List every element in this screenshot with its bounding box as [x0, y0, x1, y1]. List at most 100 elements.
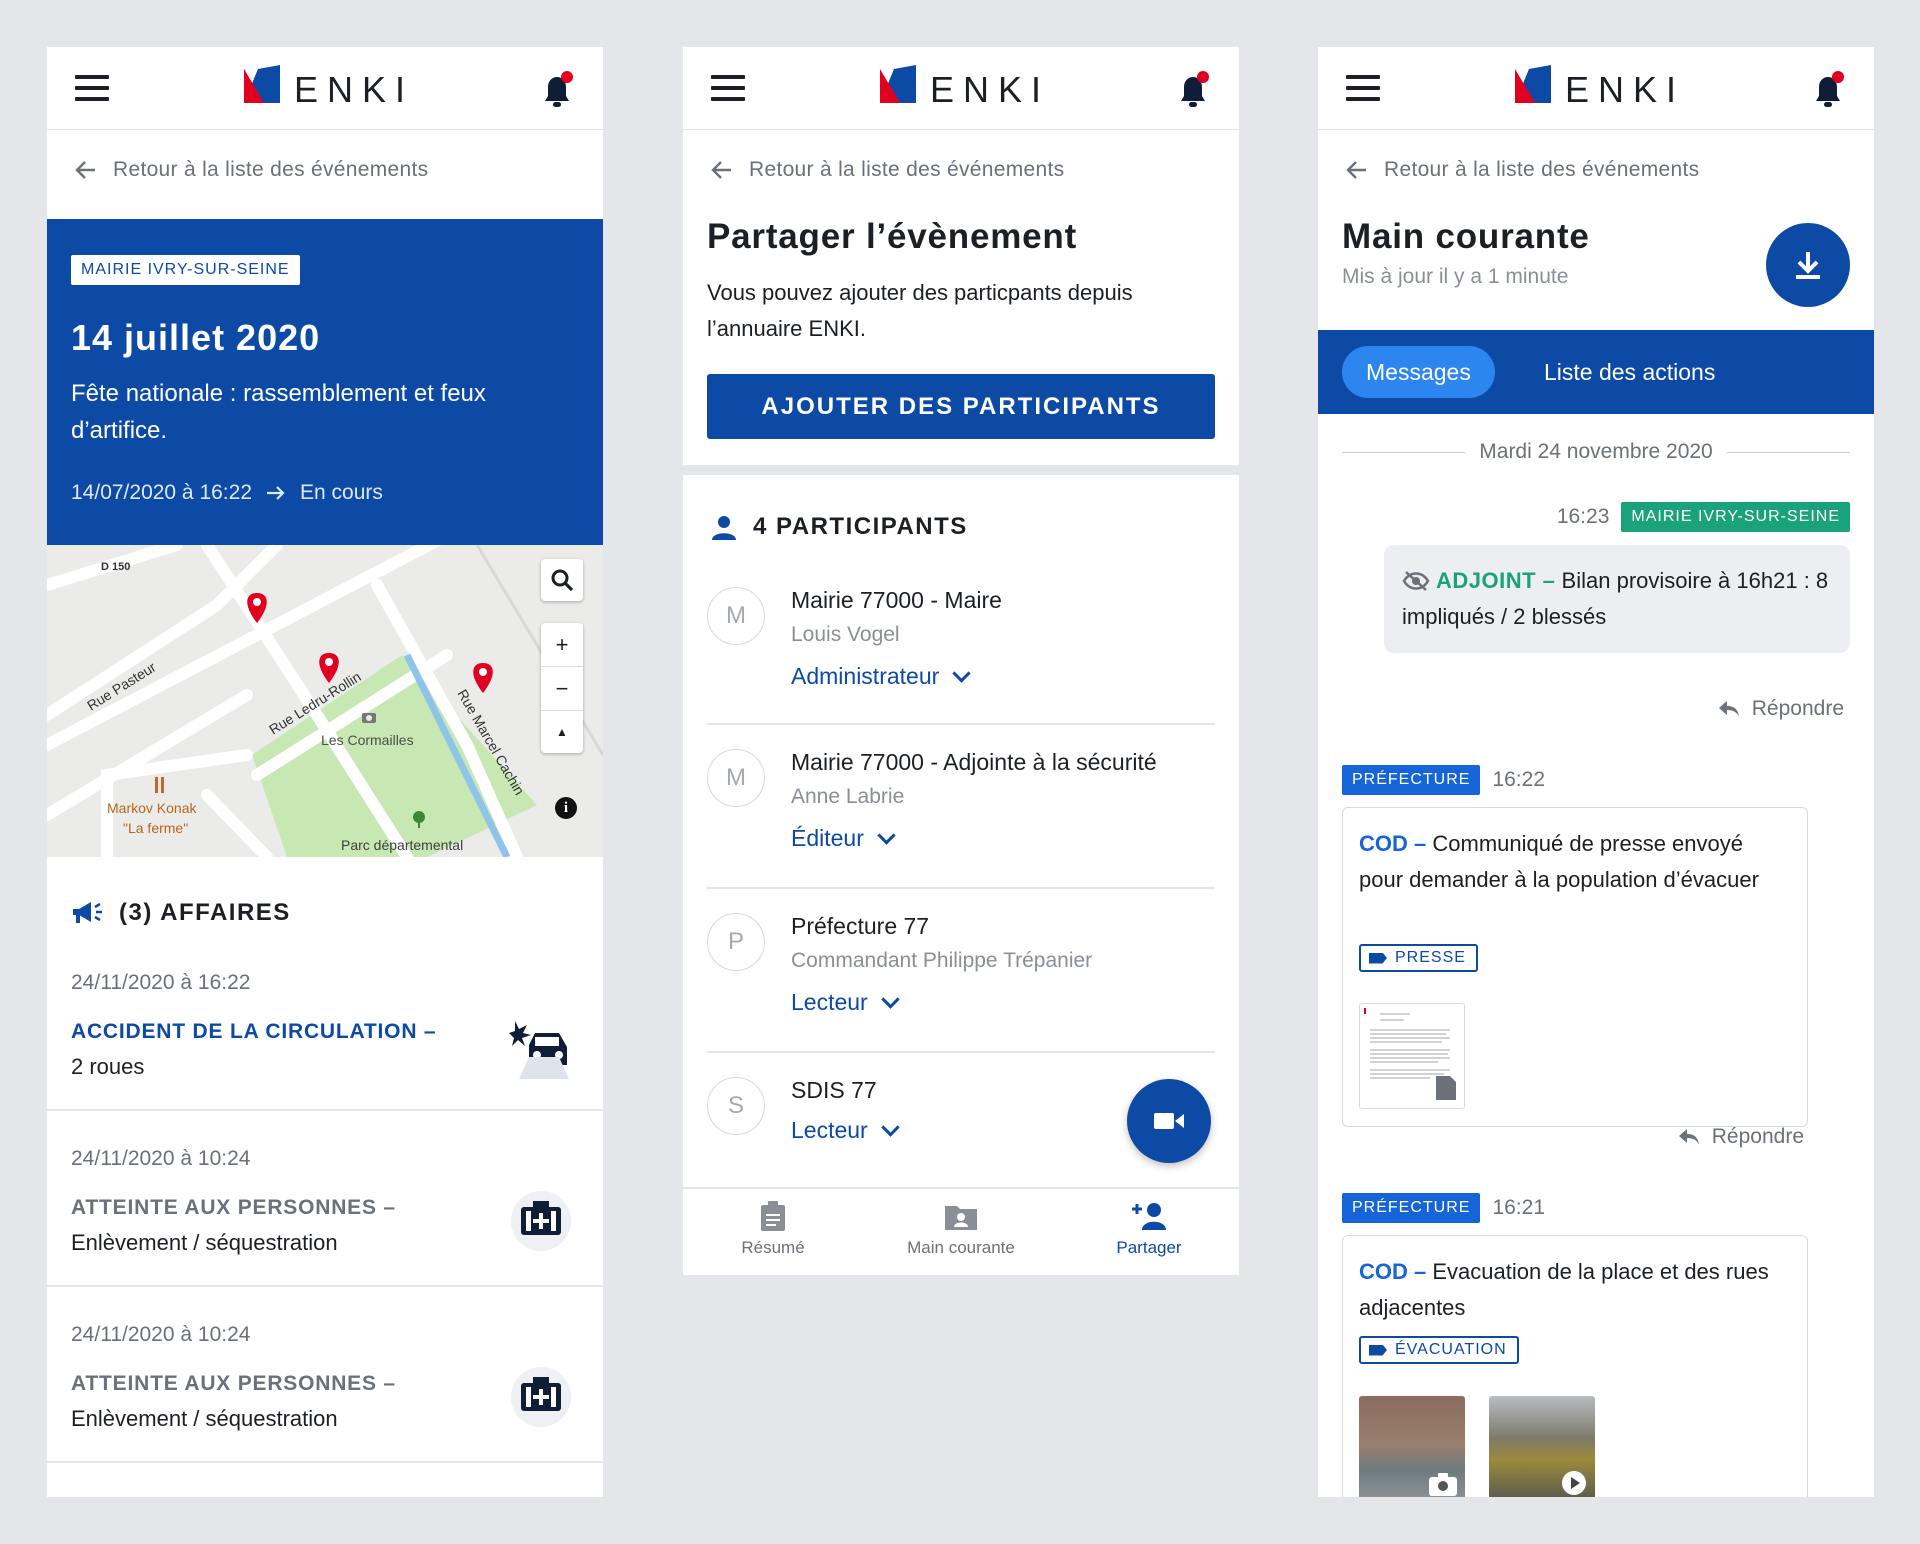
play-icon: [1562, 1471, 1586, 1495]
tab-partager[interactable]: Partager: [1059, 1189, 1239, 1275]
reply-icon: [1718, 701, 1739, 717]
document-thumbnail[interactable]: [1359, 1003, 1465, 1109]
role-dropdown[interactable]: Administrateur: [791, 663, 971, 690]
reply-icon: [1678, 1129, 1699, 1145]
map-place-label: Markov Konak: [107, 800, 197, 816]
person-icon: [712, 516, 736, 540]
first-aid-icon: [511, 1191, 571, 1251]
notification-bell-icon[interactable]: [1175, 71, 1211, 116]
affaire-item[interactable]: 24/11/2020 à 10:24 ATTEINTE AUX PERSONNE…: [47, 1285, 603, 1463]
message-card: COD – Communiqué de presse envoyé pour d…: [1342, 807, 1808, 1127]
notification-bell-icon[interactable]: [1810, 71, 1846, 116]
app-header: ENKI: [1318, 47, 1874, 130]
affaire-subtitle: 2 roues: [71, 1054, 145, 1079]
participant-row: M Mairie 77000 - Adjointe à la sécurité …: [707, 725, 1215, 889]
search-icon: [551, 569, 574, 592]
tab-resume[interactable]: Résumé: [683, 1189, 863, 1275]
chevron-down-icon: [881, 990, 900, 1009]
bottom-nav: Résumé Main courante Partager: [683, 1187, 1239, 1275]
menu-icon[interactable]: [1346, 75, 1380, 101]
date-separator: Mardi 24 novembre 2020: [1342, 440, 1851, 464]
video-camera-icon: [1154, 1113, 1184, 1129]
affaire-subtitle: Enlèvement / séquestration: [71, 1230, 338, 1255]
document-preview: [1364, 1008, 1456, 1100]
arrow-right-icon: [267, 486, 285, 500]
main-courante-title: Main courante: [1342, 217, 1590, 256]
main-courante-tabs: Messages Liste des actions: [1318, 330, 1874, 414]
participant-name: SDIS 77: [791, 1077, 877, 1103]
tab-messages[interactable]: Messages: [1342, 346, 1495, 398]
compass-icon[interactable]: ▲: [541, 711, 583, 754]
message-bubble: ADJOINT – Bilan provisoire à 16h21 : 8 i…: [1384, 545, 1850, 653]
avatar: M: [707, 749, 765, 807]
message-author: ADJOINT –: [1436, 568, 1556, 593]
zoom-in-icon[interactable]: +: [541, 623, 583, 667]
affaire-category: ATTEINTE AUX PERSONNES –: [71, 1196, 396, 1219]
chevron-down-icon: [952, 664, 971, 683]
add-participants-label: AJOUTER DES PARTICIPANTS: [761, 392, 1161, 420]
logo-text: ENKI: [294, 69, 415, 110]
event-map[interactable]: D 150 Rue Pasteur Rue Ledru-Rollin Rue M…: [47, 545, 603, 857]
avatar: S: [707, 1077, 765, 1135]
participant-person: Commandant Philippe Trépanier: [791, 949, 1093, 972]
message-time: 16:22: [1492, 768, 1546, 791]
affaire-date: 24/11/2020 à 10:24: [71, 1323, 251, 1346]
label-icon: [1369, 1344, 1387, 1356]
video-call-button[interactable]: [1127, 1079, 1211, 1163]
download-button[interactable]: [1766, 223, 1850, 307]
tab-actions[interactable]: Liste des actions: [1544, 346, 1715, 398]
add-person-icon: [1132, 1203, 1166, 1230]
share-description: Vous pouvez ajouter des particpants depu…: [707, 280, 1133, 341]
reply-button[interactable]: Répondre: [1718, 697, 1844, 721]
folder-person-icon: [945, 1206, 977, 1230]
arrow-left-icon: [1346, 161, 1366, 179]
affaires-section: (3) AFFAIRES 24/11/2020 à 16:22 ACCIDENT…: [47, 857, 603, 1497]
zoom-out-icon[interactable]: −: [541, 667, 583, 711]
affaire-item[interactable]: 24/11/2020 à 16:22 ACCIDENT DE LA CIRCUL…: [47, 957, 603, 1111]
share-title: Partager l’évènement: [707, 217, 1078, 256]
chevron-down-icon: [877, 826, 896, 845]
message-card: COD – Evacuation de la place et des rues…: [1342, 1235, 1808, 1497]
first-aid-icon: [511, 1367, 571, 1427]
add-participants-button[interactable]: AJOUTER DES PARTICIPANTS: [707, 374, 1215, 439]
back-link[interactable]: Retour à la liste des événements: [711, 150, 1064, 190]
tab-main-courante[interactable]: Main courante: [863, 1189, 1059, 1275]
map-zoom-controls: + − ▲: [541, 623, 583, 753]
avatar: M: [707, 587, 765, 645]
share-screen: ENKI Retour à la liste des événements Pa…: [683, 47, 1239, 1275]
org-tag: PRÉFECTURE: [1342, 1193, 1481, 1223]
menu-icon[interactable]: [75, 75, 109, 101]
participant-row: M Mairie 77000 - Maire Louis Vogel Admin…: [707, 573, 1215, 725]
back-link[interactable]: Retour à la liste des événements: [75, 150, 428, 190]
map-search-button[interactable]: [541, 559, 583, 601]
message-author: COD –: [1359, 1259, 1427, 1284]
reply-button[interactable]: Répondre: [1678, 1125, 1804, 1149]
role-dropdown[interactable]: Lecteur: [791, 989, 900, 1016]
participant-name: Mairie 77000 - Adjointe à la sécurité: [791, 749, 1157, 775]
affaire-category: ACCIDENT DE LA CIRCULATION –: [71, 1020, 437, 1043]
role-value: Lecteur: [791, 1117, 868, 1143]
map-place-label: Les Cormailles: [321, 732, 414, 748]
back-link-label: Retour à la liste des événements: [749, 158, 1065, 181]
affaire-date: 24/11/2020 à 16:22: [71, 971, 251, 994]
menu-icon[interactable]: [711, 75, 745, 101]
event-summary-screen: ENKI Retour à la liste des événements MA…: [47, 47, 603, 1497]
notification-bell-icon[interactable]: [539, 71, 575, 116]
app-header: ENKI: [683, 47, 1239, 130]
org-tag: MAIRIE IVRY-SUR-SEINE: [71, 255, 300, 285]
video-thumbnail[interactable]: [1489, 1396, 1595, 1497]
event-banner: MAIRIE IVRY-SUR-SEINE 14 juillet 2020 Fê…: [47, 219, 603, 545]
affaire-item[interactable]: 24/11/2020 à 10:24 ATTEINTE AUX PERSONNE…: [47, 1109, 603, 1287]
tab-label: Liste des actions: [1544, 358, 1716, 385]
message-time: 16:21: [1492, 1196, 1546, 1219]
back-link[interactable]: Retour à la liste des événements: [1346, 150, 1699, 190]
camera-poi-icon: [362, 713, 376, 723]
participants-section: 4 PARTICIPANTS M Mairie 77000 - Maire Lo…: [683, 465, 1239, 1187]
role-dropdown[interactable]: Lecteur: [791, 1117, 900, 1144]
photo-thumbnail[interactable]: [1359, 1396, 1465, 1497]
participant-row: S SDIS 77 Lecteur: [707, 1053, 1215, 1187]
arrow-left-icon: [711, 161, 731, 179]
role-dropdown[interactable]: Éditeur: [791, 825, 896, 852]
org-tag: PRÉFECTURE: [1342, 765, 1481, 795]
info-icon[interactable]: i: [555, 797, 577, 819]
